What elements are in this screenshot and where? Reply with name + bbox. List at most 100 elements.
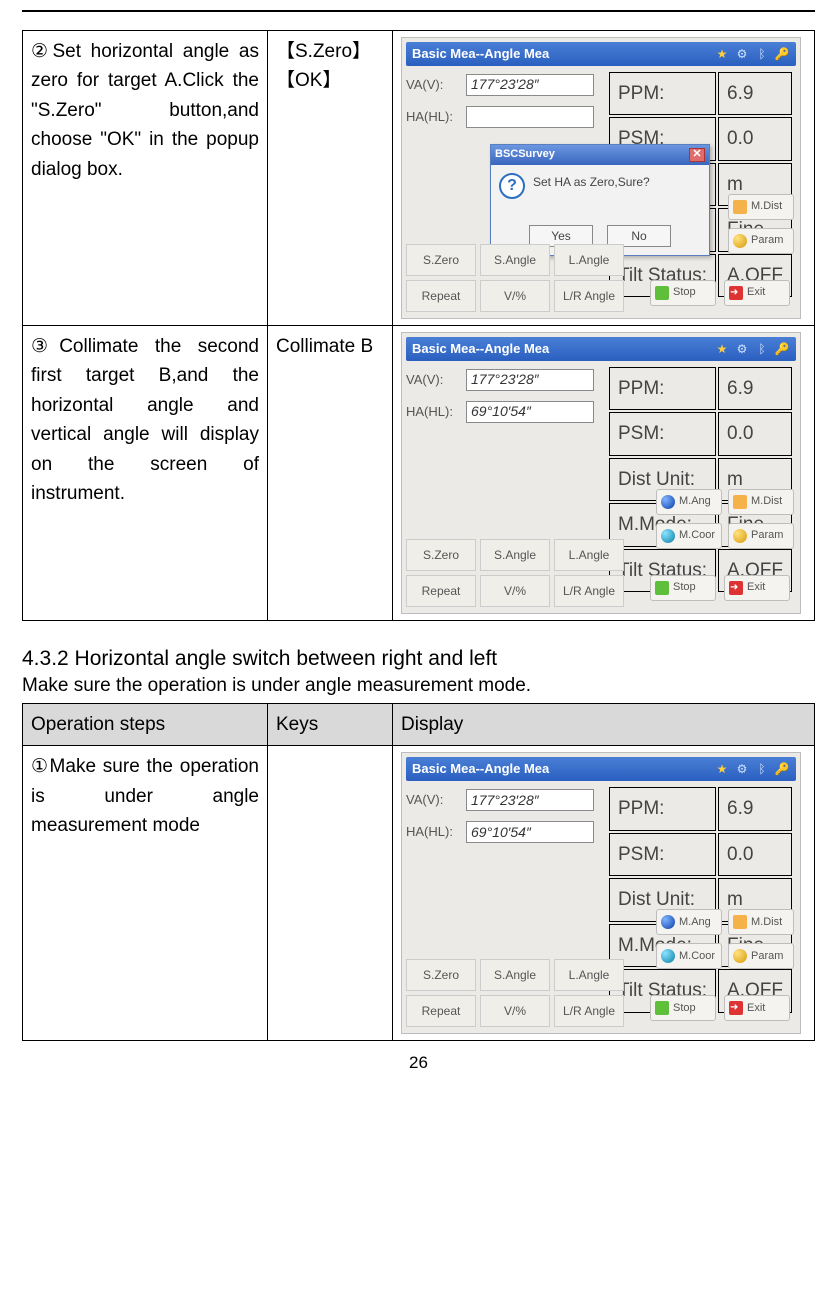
szero-button[interactable]: S.Zero	[406, 539, 476, 571]
stop-icon	[655, 286, 669, 300]
key-icon: 🔑	[774, 761, 790, 777]
mdist-button[interactable]: M.Dist	[728, 909, 794, 935]
gear-icon: ⚙	[734, 761, 750, 777]
header-keys: Keys	[268, 704, 393, 746]
va-label: VA(V):	[406, 370, 466, 390]
screen-title: Basic Mea--Angle Mea	[412, 759, 549, 779]
page-number: 26	[0, 1053, 837, 1073]
step-cell: ①Make sure the operation is under angle …	[23, 746, 268, 1041]
vpct-button[interactable]: V/%	[480, 995, 550, 1027]
bluetooth-icon: ᛒ	[754, 46, 770, 62]
mang-icon	[661, 495, 675, 509]
stop-button[interactable]: Stop	[650, 280, 716, 306]
va-value: 177°23′28″	[466, 369, 594, 391]
stop-icon	[655, 1001, 669, 1015]
param-button[interactable]: Param	[728, 523, 794, 549]
display-cell: Basic Mea--Angle Mea ★ ⚙ ᛒ 🔑 VA(V): 177°…	[393, 31, 815, 326]
mang-icon	[661, 915, 675, 929]
mcoor-button[interactable]: M.Coor	[656, 943, 722, 969]
gear-icon: ⚙	[734, 46, 750, 62]
langle-button[interactable]: L.Angle	[554, 244, 624, 276]
section-heading: 4.3.2 Horizontal angle switch between ri…	[22, 647, 815, 671]
sangle-button[interactable]: S.Angle	[480, 244, 550, 276]
bluetooth-icon: ᛒ	[754, 761, 770, 777]
table-header-row: Operation steps Keys Display	[23, 704, 815, 746]
param-icon	[733, 949, 747, 963]
keys-cell	[268, 746, 393, 1041]
mdist-button[interactable]: M.Dist	[728, 489, 794, 515]
szero-button[interactable]: S.Zero	[406, 959, 476, 991]
ha-value: 69°10′54″	[466, 821, 594, 843]
top-rule	[22, 10, 815, 12]
exit-button[interactable]: Exit	[724, 575, 790, 601]
star-icon: ★	[714, 46, 730, 62]
gear-icon: ⚙	[734, 341, 750, 357]
mcoor-icon	[661, 949, 675, 963]
ha-label: HA(HL):	[406, 107, 466, 127]
table-row: ③Collimate the second first target B,and…	[23, 326, 815, 621]
top-continuation-table: ②Set horizontal angle as zero for target…	[22, 30, 815, 621]
mcoor-button[interactable]: M.Coor	[656, 523, 722, 549]
vpct-button[interactable]: V/%	[480, 280, 550, 312]
key-icon: 🔑	[774, 46, 790, 62]
repeat-button[interactable]: Repeat	[406, 575, 476, 607]
folder-icon	[733, 200, 747, 214]
va-value: 177°23′28″	[466, 74, 594, 96]
stop-button[interactable]: Stop	[650, 575, 716, 601]
keys-cell: 【S.Zero】【OK】	[268, 31, 393, 326]
mang-button[interactable]: M.Ang	[656, 489, 722, 515]
mcoor-icon	[661, 529, 675, 543]
question-icon: ?	[499, 173, 525, 199]
popup-message: Set HA as Zero,Sure?	[533, 173, 650, 192]
folder-icon	[733, 495, 747, 509]
device-screenshot: Basic Mea--Angle Mea ★ ⚙ ᛒ 🔑 VA(V): 177°…	[401, 752, 801, 1034]
sangle-button[interactable]: S.Angle	[480, 539, 550, 571]
sangle-button[interactable]: S.Angle	[480, 959, 550, 991]
repeat-button[interactable]: Repeat	[406, 280, 476, 312]
header-steps: Operation steps	[23, 704, 268, 746]
stop-button[interactable]: Stop	[650, 995, 716, 1021]
stop-icon	[655, 581, 669, 595]
va-value: 177°23′28″	[466, 789, 594, 811]
ha-value	[466, 106, 594, 128]
key-icon: 🔑	[774, 341, 790, 357]
lrangle-button[interactable]: L/R Angle	[554, 575, 624, 607]
display-cell: Basic Mea--Angle Mea ★ ⚙ ᛒ 🔑 VA(V): 177°…	[393, 326, 815, 621]
section-subtext: Make sure the operation is under angle m…	[22, 675, 815, 697]
popup-title: BSCSurvey	[495, 146, 555, 163]
repeat-button[interactable]: Repeat	[406, 995, 476, 1027]
star-icon: ★	[714, 761, 730, 777]
screen-title: Basic Mea--Angle Mea	[412, 339, 549, 359]
param-button[interactable]: Param	[728, 943, 794, 969]
ha-value: 69°10′54″	[466, 401, 594, 423]
mang-button[interactable]: M.Ang	[656, 909, 722, 935]
second-table: Operation steps Keys Display ①Make sure …	[22, 703, 815, 1041]
display-cell: Basic Mea--Angle Mea ★ ⚙ ᛒ 🔑 VA(V): 177°…	[393, 746, 815, 1041]
langle-button[interactable]: L.Angle	[554, 959, 624, 991]
lrangle-button[interactable]: L/R Angle	[554, 995, 624, 1027]
langle-button[interactable]: L.Angle	[554, 539, 624, 571]
device-screenshot: Basic Mea--Angle Mea ★ ⚙ ᛒ 🔑 VA(V): 177°…	[401, 332, 801, 614]
va-label: VA(V):	[406, 75, 466, 95]
star-icon: ★	[714, 341, 730, 357]
bluetooth-icon: ᛒ	[754, 341, 770, 357]
szero-button[interactable]: S.Zero	[406, 244, 476, 276]
exit-button[interactable]: Exit	[724, 280, 790, 306]
param-button[interactable]: Param	[728, 228, 794, 254]
screen-title: Basic Mea--Angle Mea	[412, 44, 549, 64]
ha-label: HA(HL):	[406, 402, 466, 422]
stats-block: PPM:6.9 PSM:0.0 Dist Unit:m M.Mode:Fine …	[607, 785, 794, 1014]
confirm-popup: BSCSurvey ✕ ? Set HA as Zero,Sure? Yes N…	[490, 144, 710, 256]
param-icon	[733, 234, 747, 248]
step-cell: ②Set horizontal angle as zero for target…	[23, 31, 268, 326]
vpct-button[interactable]: V/%	[480, 575, 550, 607]
exit-icon	[729, 581, 743, 595]
exit-button[interactable]: Exit	[724, 995, 790, 1021]
lrangle-button[interactable]: L/R Angle	[554, 280, 624, 312]
close-icon[interactable]: ✕	[689, 148, 705, 162]
ha-label: HA(HL):	[406, 822, 466, 842]
keys-cell: Collimate B	[268, 326, 393, 621]
stats-block: PPM:6.9 PSM:0.0 Dist Unit:m M.Mode:Fine …	[607, 365, 794, 594]
screen-titlebar: Basic Mea--Angle Mea ★ ⚙ ᛒ 🔑	[406, 337, 796, 361]
mdist-button[interactable]: M.Dist	[728, 194, 794, 220]
